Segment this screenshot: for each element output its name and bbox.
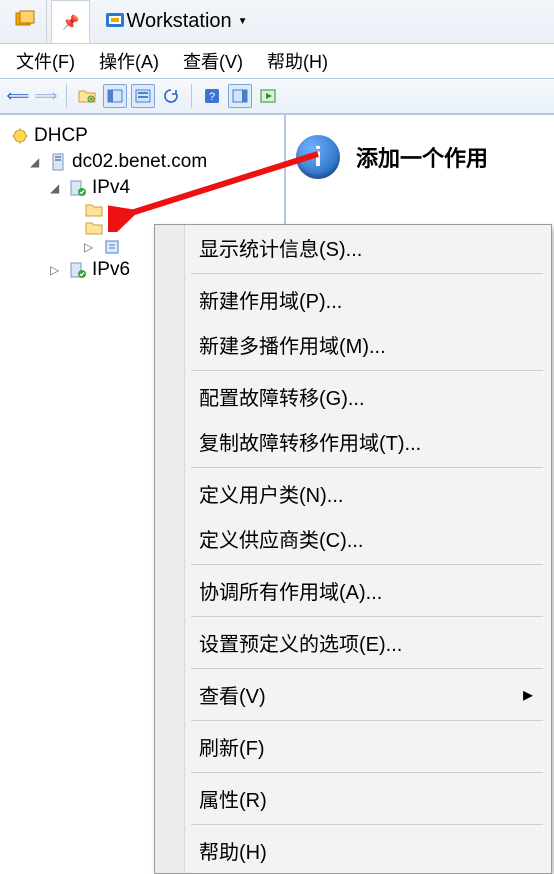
ctx-label: 显示统计信息(S)... (199, 233, 362, 262)
ctx-label: 复制故障转移作用域(T)... (199, 427, 421, 456)
toolbar: ⟸ ⟹ ? (0, 78, 554, 114)
ipv4-icon (68, 179, 88, 197)
ctx-label: 帮助(H) (199, 836, 267, 865)
ctx-show-stats[interactable]: 显示统计信息(S)... (155, 225, 551, 270)
view3-button[interactable] (228, 84, 252, 108)
ctx-label: 设置预定义的选项(E)... (199, 628, 402, 657)
title-bar: 📌 Workstation ▼ (0, 0, 554, 44)
title-text: Workstation (126, 10, 231, 33)
separator (191, 564, 543, 565)
tree-root-label: DHCP (34, 125, 88, 147)
ctx-refresh[interactable]: 刷新(F) (155, 724, 551, 769)
tree-server[interactable]: ◢ dc02.benet.com (2, 149, 282, 175)
tree-root[interactable]: DHCP (2, 123, 282, 149)
workstation-segment[interactable]: Workstation ▼ (94, 0, 257, 43)
refresh-button[interactable] (159, 84, 183, 108)
dhcp-icon (10, 127, 30, 145)
divider (191, 84, 192, 108)
ctx-new-scope[interactable]: 新建作用域(P)... (155, 277, 551, 322)
collapse-icon[interactable]: ◢ (30, 155, 44, 169)
expand-icon[interactable]: ▷ (50, 263, 64, 277)
ctx-label: 新建作用域(P)... (199, 285, 342, 314)
separator (191, 616, 543, 617)
vmware-icon (104, 9, 126, 34)
ctx-copy-failover-scope[interactable]: 复制故障转移作用域(T)... (155, 419, 551, 464)
menu-file[interactable]: 文件(F) (16, 48, 75, 74)
app-icon (14, 9, 36, 34)
menu-help[interactable]: 帮助(H) (267, 48, 328, 74)
ctx-properties[interactable]: 属性(R) (155, 776, 551, 821)
info-title: 添加一个作用 (356, 141, 488, 173)
menu-action[interactable]: 操作(A) (99, 48, 159, 74)
info-icon: i (296, 135, 340, 179)
view1-button[interactable] (103, 84, 127, 108)
policy-icon (102, 239, 122, 255)
ctx-new-multicast-scope[interactable]: 新建多播作用域(M)... (155, 322, 551, 367)
ctx-help[interactable]: 帮助(H) (155, 828, 551, 873)
ctx-label: 定义用户类(N)... (199, 479, 343, 508)
forward-button[interactable]: ⟹ (34, 84, 58, 108)
separator (191, 273, 543, 274)
ctx-view[interactable]: 查看(V) ▸ (155, 672, 551, 717)
separator (191, 824, 543, 825)
tree-ipv4[interactable]: ◢ IPv4 (2, 175, 282, 201)
tree-ipv4-label: IPv4 (92, 177, 130, 199)
submenu-arrow-icon: ▸ (523, 682, 533, 707)
collapse-icon[interactable]: ◢ (50, 181, 64, 195)
ctx-define-user-class[interactable]: 定义用户类(N)... (155, 471, 551, 516)
tree-ipv6-label: IPv6 (92, 259, 130, 281)
tree-server-label: dc02.benet.com (72, 151, 207, 173)
ctx-label: 属性(R) (199, 784, 267, 813)
folder-icon (84, 221, 104, 235)
svg-text:?: ? (209, 91, 215, 103)
ctx-label: 定义供应商类(C)... (199, 524, 363, 553)
folder-button[interactable] (75, 84, 99, 108)
ctx-predefined-options[interactable]: 设置预定义的选项(E)... (155, 620, 551, 665)
ctx-label: 新建多播作用域(M)... (199, 330, 386, 359)
ctx-label: 查看(V) (199, 680, 266, 709)
view2-button[interactable] (131, 84, 155, 108)
separator (191, 668, 543, 669)
run-button[interactable] (256, 84, 280, 108)
back-button[interactable]: ⟸ (6, 84, 30, 108)
expand-icon[interactable]: ▷ (84, 240, 98, 254)
separator (191, 370, 543, 371)
menu-bar: 文件(F) 操作(A) 查看(V) 帮助(H) (0, 44, 554, 78)
info-row: i 添加一个作用 (296, 135, 544, 179)
ctx-label: 协调所有作用域(A)... (199, 576, 382, 605)
separator (191, 720, 543, 721)
chevron-down-icon: ▼ (238, 16, 248, 27)
menu-view[interactable]: 查看(V) (183, 48, 243, 74)
ctx-label: 刷新(F) (199, 732, 265, 761)
ctx-define-vendor-class[interactable]: 定义供应商类(C)... (155, 516, 551, 561)
help-button[interactable]: ? (200, 84, 224, 108)
divider (66, 84, 67, 108)
separator (191, 772, 543, 773)
pin-segment[interactable]: 📌 (51, 0, 90, 43)
pin-icon: 📌 (62, 14, 79, 31)
tree-child[interactable] (2, 201, 282, 219)
ctx-configure-failover[interactable]: 配置故障转移(G)... (155, 374, 551, 419)
folder-icon (84, 203, 104, 217)
context-menu: 显示统计信息(S)... 新建作用域(P)... 新建多播作用域(M)... 配… (154, 224, 552, 874)
separator (191, 467, 543, 468)
app-icon-slot (4, 0, 47, 43)
server-icon (48, 153, 68, 171)
ctx-label: 配置故障转移(G)... (199, 382, 365, 411)
ipv6-icon (68, 261, 88, 279)
ctx-reconcile-scopes[interactable]: 协调所有作用域(A)... (155, 568, 551, 613)
